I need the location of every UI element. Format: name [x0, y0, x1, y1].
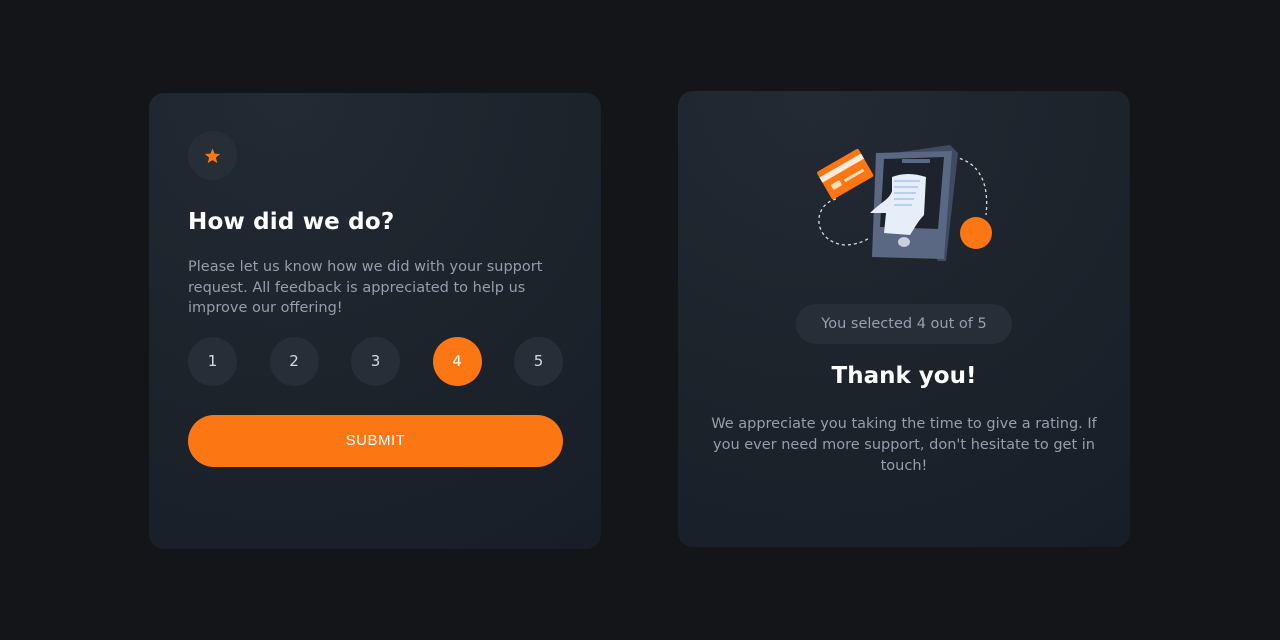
thank-you-title: Thank you!	[831, 363, 977, 389]
rating-option-2[interactable]: 2	[269, 336, 319, 386]
rating-option-1[interactable]: 1	[188, 336, 237, 386]
star-icon-container	[188, 131, 237, 180]
rating-option-5[interactable]: 5	[514, 336, 563, 386]
submit-button[interactable]: SUBMIT	[188, 414, 563, 467]
rating-title: How did we do?	[188, 209, 395, 235]
selected-rating-pill: You selected 4 out of 5	[796, 304, 1012, 344]
rating-option-4[interactable]: 4	[432, 336, 482, 386]
rating-card: How did we do? Please let us know how we…	[149, 93, 601, 549]
phone-receipt-illustration	[817, 145, 992, 261]
rating-options: 1 2 3 4 5	[188, 336, 563, 386]
thank-you-message: We appreciate you taking the time to giv…	[711, 416, 1097, 474]
rating-option-3[interactable]: 3	[351, 336, 400, 386]
star-icon	[204, 148, 221, 163]
rating-description: Please let us know how we did with your …	[188, 259, 543, 316]
thank-you-card: You selected 4 out of 5 Thank you! We ap…	[678, 91, 1130, 547]
